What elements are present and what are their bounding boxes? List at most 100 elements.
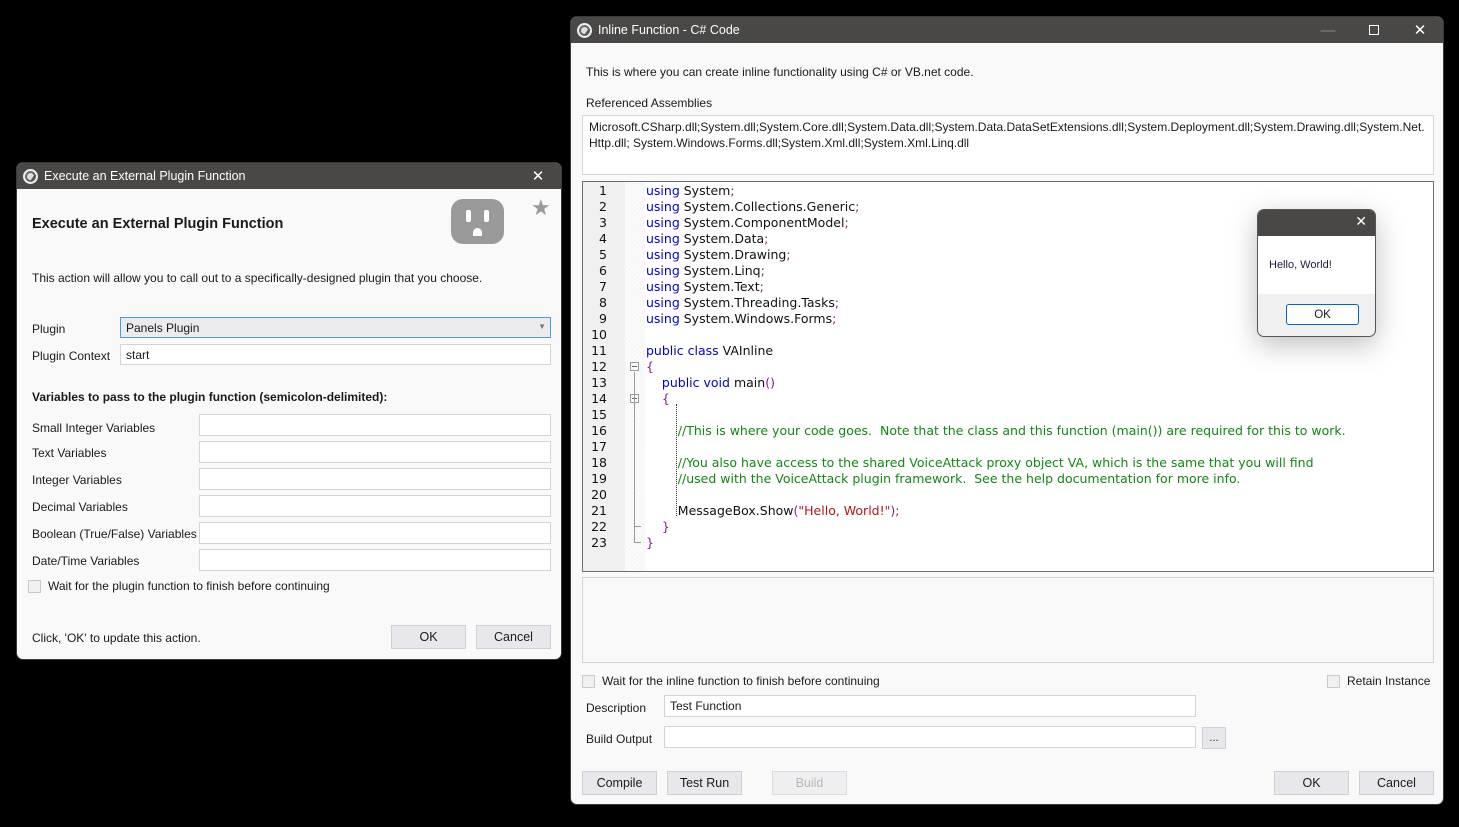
voiceattack-logo-icon — [577, 22, 592, 38]
datetime-variables-input[interactable] — [199, 549, 551, 571]
plugin-dialog-titlebar[interactable]: Execute an External Plugin Function ✕ — [17, 163, 561, 189]
code-text: { — [661, 391, 670, 406]
code-text: } — [646, 535, 654, 550]
line-number: 13 — [591, 375, 607, 390]
plugin-label: Plugin — [32, 322, 66, 336]
retain-instance-row[interactable]: Retain Instance — [1327, 674, 1430, 688]
code-text: //This is where your code goes. Note tha… — [677, 423, 1346, 438]
decimal-variables-input[interactable] — [199, 495, 551, 517]
plugin-select[interactable]: Panels Plugin ▼ — [120, 317, 551, 338]
description-input[interactable]: Test Function — [664, 695, 1196, 717]
code-line[interactable]: 20 — [583, 487, 1433, 503]
minimize-icon[interactable]: — — [1305, 17, 1351, 43]
line-number: 20 — [591, 487, 607, 502]
text-variables-label: Text Variables — [32, 446, 107, 460]
footer-hint: Click, 'OK' to update this action. — [32, 631, 201, 645]
code-text: using System.ComponentModel; — [646, 215, 849, 230]
code-line[interactable]: 19 //used with the VoiceAttack plugin fr… — [583, 471, 1433, 487]
line-number: 1 — [599, 183, 607, 198]
line-number: 6 — [599, 263, 607, 278]
code-line[interactable]: 18 //You also have access to the shared … — [583, 455, 1433, 471]
code-line[interactable]: 12 { — [583, 359, 1433, 375]
code-text: using System.Linq; — [646, 263, 765, 278]
line-number: 12 — [591, 359, 607, 374]
code-text: using System.Data; — [646, 231, 769, 246]
code-line[interactable]: 16 //This is where your code goes. Note … — [583, 423, 1433, 439]
code-line[interactable]: 11 public class VAInline — [583, 343, 1433, 359]
wait-plugin-checkbox[interactable] — [28, 579, 41, 593]
maximize-icon[interactable] — [1351, 17, 1397, 43]
build-button[interactable]: Build — [772, 771, 847, 795]
line-number: 19 — [591, 471, 607, 486]
code-text: using System.Windows.Forms; — [646, 311, 837, 326]
message-box-titlebar[interactable]: ✕ — [1258, 210, 1375, 236]
boolean-variables-input[interactable] — [199, 522, 551, 544]
line-number: 16 — [591, 423, 607, 438]
code-line[interactable]: 15 — [583, 407, 1433, 423]
message-box: ✕ Hello, World! OK — [1257, 209, 1376, 337]
small-integer-variables-input[interactable] — [199, 414, 551, 436]
small-integer-variables-label: Small Integer Variables — [32, 421, 156, 435]
message-box-ok-button[interactable]: OK — [1286, 304, 1359, 325]
line-number: 2 — [599, 199, 607, 214]
integer-variables-input[interactable] — [199, 468, 551, 490]
inline-function-dialog: Inline Function - C# Code — ✕ This is wh… — [570, 16, 1444, 805]
plugin-select-value: Panels Plugin — [126, 321, 200, 335]
wait-inline-checkbox[interactable] — [582, 674, 595, 688]
code-line[interactable]: 21 MessageBox.Show("Hello, World!"); — [583, 503, 1433, 519]
code-line[interactable]: 14 { — [583, 391, 1433, 407]
wait-plugin-checkbox-row[interactable]: Wait for the plugin function to finish b… — [28, 579, 330, 593]
code-text: MessageBox.Show("Hello, World!"); — [646, 503, 900, 518]
power-outlet-icon — [451, 199, 504, 244]
inline-ok-button[interactable]: OK — [1274, 771, 1349, 795]
inline-cancel-button[interactable]: Cancel — [1359, 771, 1434, 795]
text-variables-input[interactable] — [199, 441, 551, 463]
line-number: 10 — [591, 327, 607, 342]
code-line[interactable]: 17 — [583, 439, 1433, 455]
build-output-input[interactable] — [664, 726, 1196, 748]
assemblies-input[interactable]: Microsoft.CSharp.dll;System.dll;System.C… — [582, 115, 1434, 175]
output-panel[interactable] — [582, 577, 1434, 663]
line-number: 3 — [599, 215, 607, 230]
line-number: 18 — [591, 455, 607, 470]
code-line[interactable]: 23} — [583, 535, 1433, 551]
close-icon[interactable]: ✕ — [1397, 17, 1443, 43]
assemblies-label: Referenced Assemblies — [586, 96, 713, 110]
code-line[interactable]: 22 } — [583, 519, 1433, 535]
plugin-ok-button[interactable]: OK — [391, 625, 466, 649]
close-icon[interactable]: ✕ — [515, 163, 561, 189]
line-number: 9 — [599, 311, 607, 326]
code-line[interactable]: 13 public void main() — [583, 375, 1433, 391]
retain-instance-checkbox[interactable] — [1327, 674, 1340, 688]
code-text: using System.Text; — [646, 279, 764, 294]
line-number: 23 — [591, 535, 607, 550]
variables-heading: Variables to pass to the plugin function… — [32, 390, 388, 404]
browse-button[interactable]: ... — [1202, 727, 1226, 749]
boolean-variables-label: Boolean (True/False) Variables — [32, 527, 197, 541]
test-run-button[interactable]: Test Run — [667, 771, 742, 795]
code-text: { — [646, 359, 654, 374]
wait-inline-checkbox-label: Wait for the inline function to finish b… — [602, 674, 880, 688]
code-text: using System.Drawing; — [646, 247, 791, 262]
line-number: 8 — [599, 295, 607, 310]
wait-plugin-checkbox-label: Wait for the plugin function to finish b… — [48, 579, 330, 593]
datetime-variables-label: Date/Time Variables — [32, 554, 140, 568]
message-box-text: Hello, World! — [1258, 236, 1375, 294]
plugin-cancel-button[interactable]: Cancel — [476, 625, 551, 649]
inline-intro: This is where you can create inline func… — [586, 65, 974, 79]
code-text: using System.Threading.Tasks; — [646, 295, 840, 310]
close-icon[interactable]: ✕ — [1355, 213, 1367, 230]
plugin-context-input[interactable]: start — [120, 344, 551, 365]
line-number: 14 — [591, 391, 607, 406]
star-icon[interactable]: ★ — [531, 195, 551, 221]
integer-variables-label: Integer Variables — [32, 473, 122, 487]
inline-dialog-title: Inline Function - C# Code — [598, 23, 740, 37]
line-number: 17 — [591, 439, 607, 454]
wait-inline-checkbox-row[interactable]: Wait for the inline function to finish b… — [582, 674, 880, 688]
code-text: using System; — [646, 183, 735, 198]
plugin-function-dialog: Execute an External Plugin Function ✕ Ex… — [16, 162, 562, 660]
inline-dialog-titlebar[interactable]: Inline Function - C# Code — ✕ — [571, 17, 1443, 43]
code-line[interactable]: 1 using System; — [583, 183, 1433, 199]
compile-button[interactable]: Compile — [582, 771, 657, 795]
line-number: 4 — [599, 231, 607, 246]
